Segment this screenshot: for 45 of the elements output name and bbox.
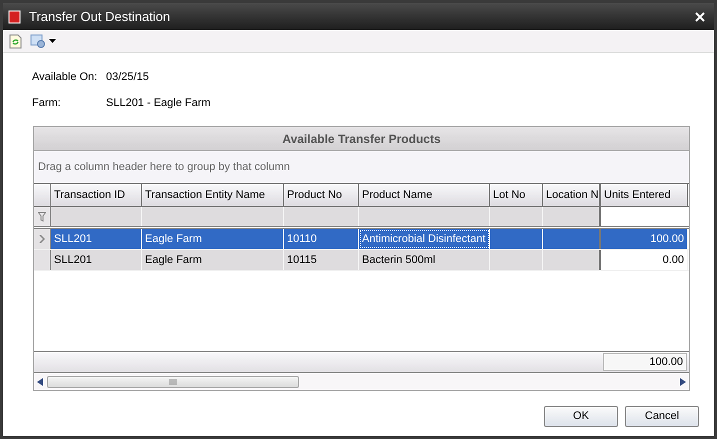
table-cell bbox=[543, 250, 601, 270]
table-cell: Antimicrobial Disinfectant bbox=[359, 229, 490, 249]
dropdown-caret-icon[interactable] bbox=[49, 39, 56, 43]
table-cell: SLL201 bbox=[51, 229, 142, 249]
column-header[interactable]: Product Name bbox=[359, 184, 490, 206]
group-panel-hint: Drag a column header here to group by that column bbox=[38, 160, 290, 175]
table-row[interactable]: SLL201 Eagle Farm 10110 Antimicrobial Disinfectant 100.00 bbox=[34, 229, 689, 250]
field-value: 03/25/15 bbox=[106, 70, 149, 85]
table-cell: 100.00 bbox=[601, 229, 688, 249]
table-cell bbox=[490, 229, 543, 249]
table-row[interactable]: SLL201 Eagle Farm 10115 Bacterin 500ml 0.00 bbox=[34, 250, 689, 271]
field-label: Farm: bbox=[32, 96, 62, 110]
column-header[interactable]: Transaction Entity Name bbox=[142, 184, 284, 206]
row-indicator[interactable] bbox=[34, 250, 51, 270]
grid-title: Available Transfer Products bbox=[34, 127, 689, 151]
column-header[interactable]: Lot No bbox=[490, 184, 543, 206]
row-indicator[interactable] bbox=[34, 229, 51, 249]
group-panel[interactable]: Drag a column header here to group by that column bbox=[34, 151, 689, 183]
close-icon[interactable] bbox=[694, 10, 706, 22]
filter-icon[interactable] bbox=[34, 207, 51, 226]
column-header[interactable]: Units Entered bbox=[601, 184, 688, 206]
scroll-right-icon[interactable] bbox=[680, 378, 686, 386]
header-corner[interactable] bbox=[34, 184, 51, 206]
table-cell bbox=[543, 229, 601, 249]
column-header[interactable]: Location N bbox=[543, 184, 601, 206]
total-cell: 100.00 bbox=[603, 353, 687, 371]
table-cell bbox=[490, 250, 543, 270]
dialog-button[interactable]: Cancel bbox=[625, 406, 699, 427]
table-cell: Eagle Farm bbox=[142, 250, 284, 270]
scrollbar-thumb[interactable] bbox=[47, 376, 299, 388]
table-cell: Bacterin 500ml bbox=[359, 250, 490, 270]
filter-cell[interactable] bbox=[543, 207, 601, 226]
column-header[interactable]: Transaction ID bbox=[51, 184, 142, 206]
app-icon bbox=[7, 8, 23, 24]
refresh-document-icon[interactable] bbox=[9, 34, 22, 48]
field-label: Available On: bbox=[32, 70, 98, 85]
table-cell: Eagle Farm bbox=[142, 229, 284, 249]
table-cell: 10110 bbox=[284, 229, 359, 249]
column-header[interactable]: Product No bbox=[284, 184, 359, 206]
scroll-left-icon[interactable] bbox=[37, 378, 43, 386]
window-title: Transfer Out Destination bbox=[29, 8, 170, 26]
dialog-button[interactable]: OK bbox=[544, 406, 618, 427]
table-cell: 10115 bbox=[284, 250, 359, 270]
field-value: SLL201 - Eagle Farm bbox=[106, 96, 211, 110]
table-cell: SLL201 bbox=[51, 250, 142, 270]
